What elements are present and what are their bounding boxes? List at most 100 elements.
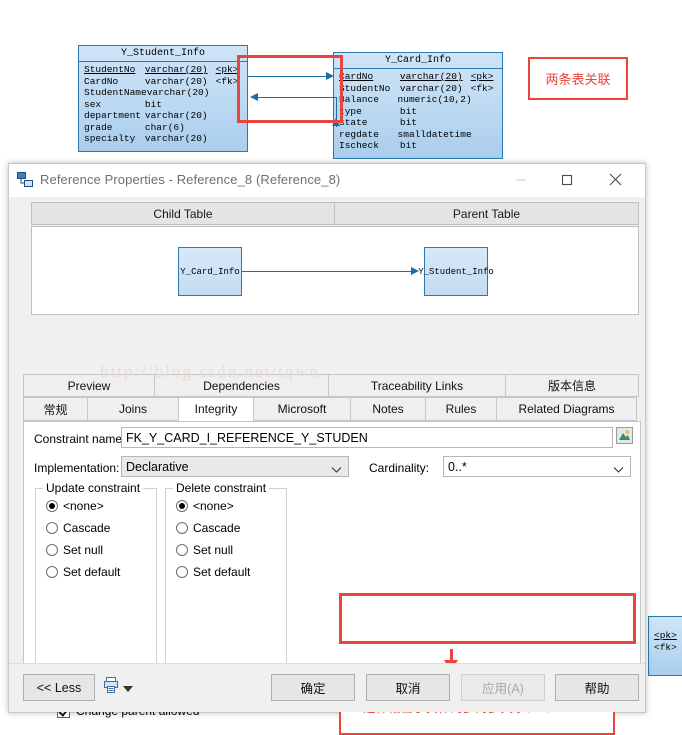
column-key (471, 140, 497, 152)
diagram-table-y-card-info[interactable]: Y_Card_Info CardNo varchar(20) <pk> Studen… (333, 52, 503, 159)
constraint-name-input[interactable]: FK_Y_CARD_I_REFERENCE_Y_STUDEN (121, 427, 613, 448)
chevron-down-icon[interactable] (123, 682, 133, 696)
radio-delete-none[interactable]: <none> (176, 499, 234, 513)
radio-label: Cascade (63, 521, 111, 535)
column-name: type (339, 105, 362, 117)
tab-microsoft[interactable]: Microsoft (253, 397, 351, 421)
table-columns: CardNo varchar(20) <pk> StudentNo varchar(2… (334, 69, 502, 156)
ok-button[interactable]: 确定 (271, 674, 355, 701)
reference-properties-dialog[interactable]: Reference Properties - Reference_8 (Refe… (8, 163, 646, 735)
column-name: Balance (339, 94, 379, 105)
radio-dot (176, 544, 188, 556)
column-key (216, 133, 242, 145)
cancel-button[interactable]: 取消 (366, 674, 450, 701)
radio-update-set-null[interactable]: Set null (46, 543, 103, 557)
print-icon[interactable] (104, 677, 118, 696)
tab-notes[interactable]: Notes (350, 397, 426, 421)
column-name: StudentNo (84, 64, 136, 75)
constraint-name-browse-icon[interactable] (616, 427, 633, 444)
tab-general[interactable]: 常规 (23, 397, 88, 421)
dialog-body: Child Table Parent Table Y_Card_Info Y_S… (9, 197, 645, 735)
radio-dot (46, 566, 58, 578)
radio-update-set-default[interactable]: Set default (46, 565, 120, 579)
highlight-box-cardinality (339, 593, 636, 644)
column-type: bit (144, 98, 162, 110)
tab-joins[interactable]: Joins (87, 397, 179, 421)
column-type: bit (399, 117, 417, 128)
radio-label: <none> (63, 499, 104, 513)
column-type: varchar(20) (146, 87, 210, 98)
dialog-title: Reference Properties - Reference_8 (Refe… (40, 172, 341, 187)
column-key: <pk> (654, 630, 677, 641)
tab-row-2[interactable]: 常规 Joins Integrity Microsoft Notes Rules… (23, 397, 641, 421)
dialog-titlebar[interactable]: Reference Properties - Reference_8 (Refe… (9, 164, 645, 198)
close-icon[interactable] (593, 164, 637, 195)
column-type: varchar(20) (144, 110, 208, 121)
chevron-down-icon (613, 461, 624, 480)
relationship-preview[interactable]: Y_Card_Info Y_Student_Info (31, 226, 639, 315)
column-name: CardNo (339, 71, 374, 82)
child-table-header: Child Table (31, 202, 335, 225)
tab-related-diagrams[interactable]: Related Diagrams (496, 397, 637, 421)
integrity-tab-panel: Constraint name: FK_Y_CARD_I_REFERENCE_Y… (23, 421, 641, 718)
radio-delete-set-null[interactable]: Set null (176, 543, 233, 557)
preview-child-table[interactable]: Y_Card_Info (178, 247, 242, 296)
column-type: numeric(10,2) (397, 94, 472, 105)
column-type: varchar(20) (399, 71, 463, 82)
less-button[interactable]: << Less (23, 674, 95, 701)
tab-traceability-links[interactable]: Traceability Links (328, 374, 506, 397)
column-key (216, 122, 242, 134)
column-type: bit (399, 140, 417, 151)
table-columns: StudentNo varchar(20) <pk> CardNo varchar(2… (79, 62, 247, 149)
table-title: Y_Student_Info (79, 46, 247, 62)
radio-label: Set default (193, 565, 251, 579)
tab-rules[interactable]: Rules (425, 397, 497, 421)
tab-integrity[interactable]: Integrity (178, 397, 254, 421)
column-key (472, 94, 497, 106)
column-type: varchar(20) (399, 82, 463, 94)
radio-delete-cascade[interactable]: Cascade (176, 521, 240, 535)
minimize-icon[interactable] (499, 164, 543, 195)
column-key (471, 117, 497, 129)
tab-preview[interactable]: Preview (23, 374, 155, 397)
preview-parent-table[interactable]: Y_Student_Info (418, 247, 494, 296)
column-name: CardNo (84, 75, 119, 87)
radio-label: Set null (193, 543, 234, 557)
dialog-tabs[interactable]: Preview Dependencies Traceability Links … (23, 374, 641, 421)
tab-dependencies[interactable]: Dependencies (154, 374, 329, 397)
implementation-value: Declarative (126, 460, 189, 474)
tab-row-1[interactable]: Preview Dependencies Traceability Links … (23, 374, 641, 397)
column-type: smalldatetime (397, 128, 472, 140)
maximize-icon[interactable] (545, 164, 589, 195)
cardinality-select[interactable]: 0..* (443, 456, 631, 477)
radio-delete-set-default[interactable]: Set default (176, 565, 250, 579)
radio-dot (46, 544, 58, 556)
radio-dot (176, 500, 188, 512)
constraint-name-label: Constraint name: (34, 432, 126, 446)
column-type: varchar(20) (144, 133, 208, 144)
radio-dot (46, 500, 58, 512)
diagram-table-partially-hidden[interactable]: <pk> <fk> (648, 616, 682, 676)
column-name: StudentName (84, 87, 147, 98)
column-name: regdate (339, 128, 379, 140)
table-columns: <pk> <fk> (649, 617, 682, 657)
radio-update-cascade[interactable]: Cascade (46, 521, 110, 535)
cardinality-label: Cardinality: (369, 461, 430, 475)
cardinality-value: 0..* (448, 460, 467, 474)
radio-label: <none> (193, 499, 234, 513)
radio-dot (176, 566, 188, 578)
update-constraint-group: Update constraint <none> Cascade Set nul… (35, 481, 157, 678)
implementation-select[interactable]: Declarative (121, 456, 349, 477)
diagram-table-y-student-info[interactable]: Y_Student_Info StudentNo varchar(20) <pk> … (78, 45, 248, 152)
apply-button: 应用(A) (461, 674, 545, 701)
parent-table-header: Parent Table (335, 202, 639, 225)
implementation-label: Implementation: (34, 461, 120, 475)
tab-version-info[interactable]: 版本信息 (505, 374, 639, 397)
chevron-down-icon (331, 461, 342, 480)
annotation-badge-two-relationships: 两条表关联 (528, 57, 628, 100)
column-name: department (84, 110, 142, 121)
column-name: state (339, 117, 368, 128)
column-name: Ischeck (339, 140, 379, 151)
radio-update-none[interactable]: <none> (46, 499, 104, 513)
help-button[interactable]: 帮助 (555, 674, 639, 701)
